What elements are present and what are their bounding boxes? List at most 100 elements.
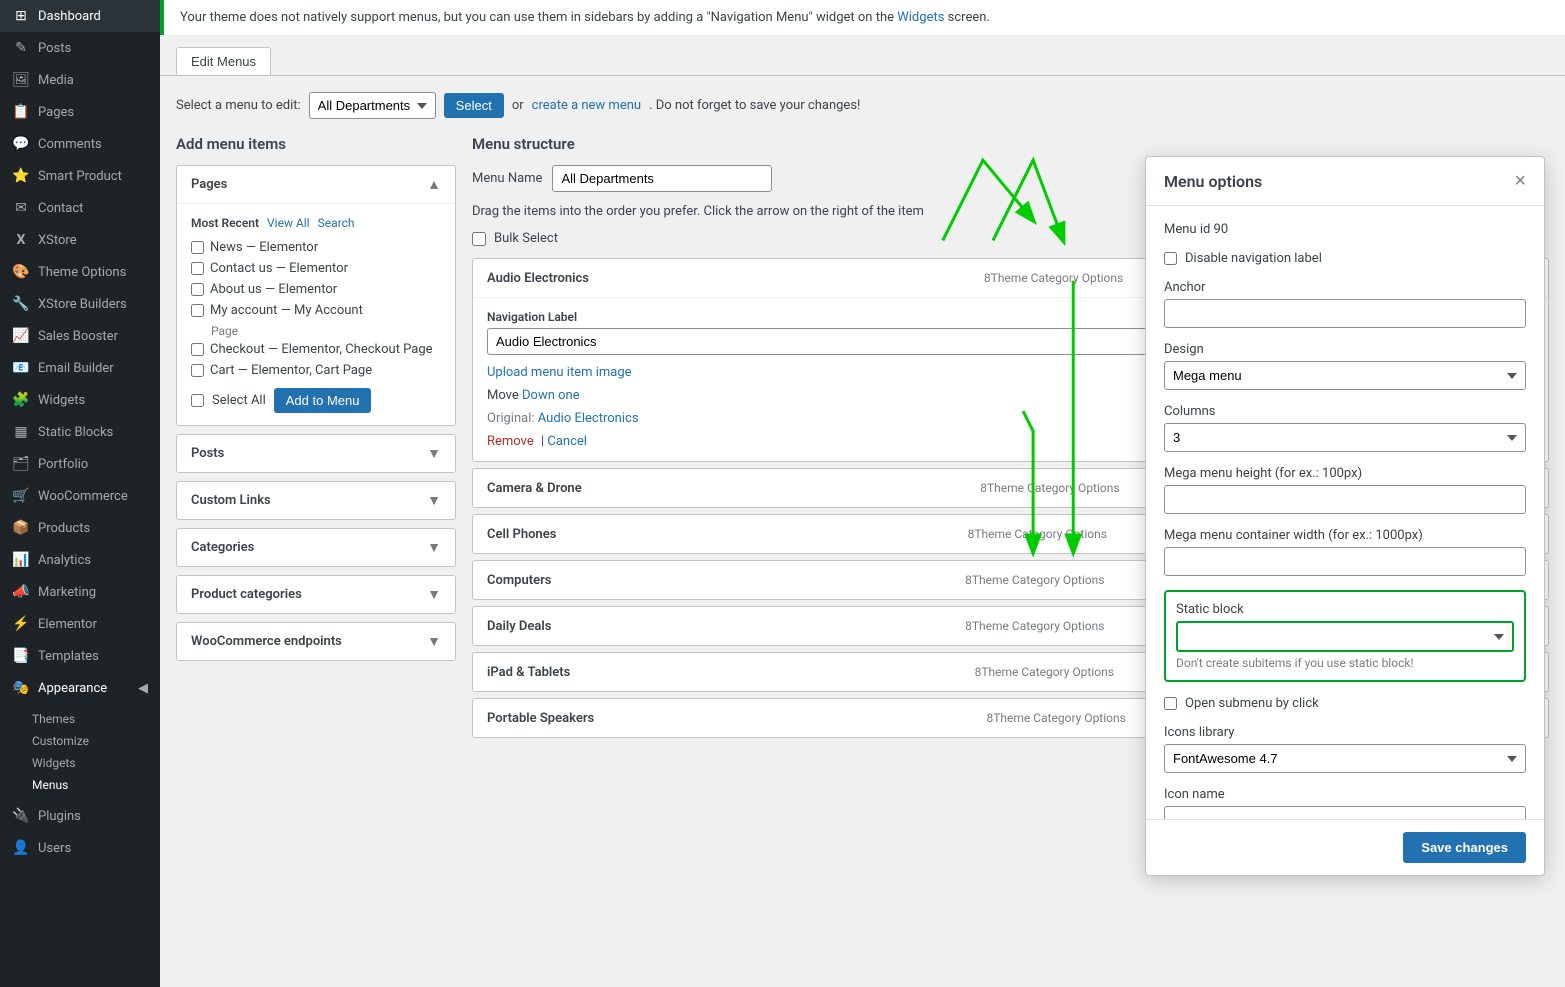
design-field: Design Mega menu Standard Dropdown (1164, 342, 1526, 390)
sidebar-item-email-builder[interactable]: 📧 Email Builder (0, 352, 160, 384)
sidebar-item-media[interactable]: 🖼 Media (0, 64, 160, 96)
sidebar-item-users[interactable]: 👤 Users (0, 832, 160, 864)
widgets-icon: 🧩 (12, 392, 30, 408)
open-submenu-label: Open submenu by click (1185, 696, 1319, 711)
static-blocks-icon: ▦ (12, 424, 30, 440)
theme-options-icon: 🎨 (12, 264, 30, 280)
sales-booster-icon: 📈 (12, 328, 30, 344)
save-changes-button[interactable]: Save changes (1403, 832, 1526, 863)
sidebar-item-contact[interactable]: ✉ Contact (0, 192, 160, 224)
sidebar-item-products[interactable]: 📦 Products (0, 512, 160, 544)
icon-name-label: Icon name (1164, 787, 1526, 802)
appearance-submenu: Themes Customize Widgets Menus (0, 704, 160, 800)
plugins-icon: 🔌 (12, 808, 30, 824)
templates-icon: 📑 (12, 648, 30, 664)
mega-height-input[interactable] (1164, 485, 1526, 514)
modal-body: Menu id 90 Disable navigation label Anch… (1146, 206, 1544, 819)
portfolio-icon: 🗂 (12, 456, 30, 472)
main-content: Your theme does not natively support men… (160, 0, 1565, 987)
sidebar-item-marketing[interactable]: 📣 Marketing (0, 576, 160, 608)
marketing-icon: 📣 (12, 584, 30, 600)
contact-icon: ✉ (12, 200, 30, 216)
sidebar-item-xstore[interactable]: X XStore (0, 224, 160, 256)
sidebar-sub-customize[interactable]: Customize (32, 730, 160, 752)
anchor-input[interactable] (1164, 299, 1526, 328)
sidebar-item-woocommerce[interactable]: 🛒 WooCommerce (0, 480, 160, 512)
static-block-hint: Don't create subitems if you use static … (1176, 656, 1514, 670)
modal-overlay: Menu options × Menu id 90 Disable naviga… (160, 76, 1565, 987)
sidebar-sub-menus[interactable]: Menus (32, 774, 160, 796)
tab-edit-menus[interactable]: Edit Menus (176, 47, 271, 75)
products-icon: 📦 (12, 520, 30, 536)
xstore-builders-icon: 🔧 (12, 296, 30, 312)
sidebar-item-xstore-builders[interactable]: 🔧 XStore Builders (0, 288, 160, 320)
open-submenu-row: Open submenu by click (1164, 696, 1526, 711)
columns-field: Columns 1 2 3 4 5 6 (1164, 404, 1526, 452)
icons-library-label: Icons library (1164, 725, 1526, 740)
analytics-icon: 📊 (12, 552, 30, 568)
menu-options-modal: Menu options × Menu id 90 Disable naviga… (1145, 156, 1545, 876)
media-icon: 🖼 (12, 72, 30, 88)
sidebar-item-plugins[interactable]: 🔌 Plugins (0, 800, 160, 832)
sidebar-item-posts[interactable]: ✎ Posts (0, 32, 160, 64)
email-builder-icon: 📧 (12, 360, 30, 376)
mega-height-label: Mega menu height (for ex.: 100px) (1164, 466, 1526, 481)
design-select[interactable]: Mega menu Standard Dropdown (1164, 361, 1526, 390)
posts-icon: ✎ (12, 40, 30, 56)
anchor-label: Anchor (1164, 280, 1526, 295)
sidebar-item-analytics[interactable]: 📊 Analytics (0, 544, 160, 576)
columns-label: Columns (1164, 404, 1526, 419)
open-submenu-checkbox[interactable] (1164, 697, 1177, 710)
sidebar-item-theme-options[interactable]: 🎨 Theme Options (0, 256, 160, 288)
sidebar-item-dashboard[interactable]: ⊞ Dashboard (0, 0, 160, 32)
notice-bar: Your theme does not natively support men… (160, 0, 1565, 35)
sidebar-item-portfolio[interactable]: 🗂 Portfolio (0, 448, 160, 480)
mega-container-input[interactable] (1164, 547, 1526, 576)
elementor-icon: ⚡ (12, 616, 30, 632)
columns-select[interactable]: 1 2 3 4 5 6 (1164, 423, 1526, 452)
modal-menu-id: Menu id 90 (1164, 222, 1526, 237)
static-block-label: Static block (1176, 602, 1514, 617)
sidebar-item-smart-product[interactable]: ⭐ Smart Product (0, 160, 160, 192)
modal-close-button[interactable]: × (1514, 171, 1526, 191)
pages-icon: 📋 (12, 104, 30, 120)
modal-header: Menu options × (1146, 157, 1544, 206)
anchor-field: Anchor (1164, 280, 1526, 328)
modal-title: Menu options (1164, 172, 1262, 191)
modal-footer: Save changes (1146, 819, 1544, 875)
comments-icon: 💬 (12, 136, 30, 152)
sidebar: ⊞ Dashboard ✎ Posts 🖼 Media 📋 Pages 💬 Co… (0, 0, 160, 987)
disable-nav-label-checkbox[interactable] (1164, 252, 1177, 265)
sidebar-item-comments[interactable]: 💬 Comments (0, 128, 160, 160)
icon-name-input[interactable] (1164, 806, 1526, 819)
mega-height-field: Mega menu height (for ex.: 100px) (1164, 466, 1526, 514)
woocommerce-icon: 🛒 (12, 488, 30, 504)
icon-name-field: Icon name (1164, 787, 1526, 819)
widgets-link[interactable]: Widgets (897, 10, 944, 25)
mega-container-field: Mega menu container width (for ex.: 1000… (1164, 528, 1526, 576)
sidebar-item-templates[interactable]: 📑 Templates (0, 640, 160, 672)
sidebar-sub-widgets[interactable]: Widgets (32, 752, 160, 774)
menu-id-text: Menu id 90 (1164, 222, 1228, 237)
sidebar-item-elementor[interactable]: ⚡ Elementor (0, 608, 160, 640)
sidebar-item-appearance[interactable]: 🎭 Appearance ◀ (0, 672, 160, 704)
static-block-section: Static block Don't create subitems if yo… (1164, 590, 1526, 682)
sidebar-sub-themes[interactable]: Themes (32, 708, 160, 730)
sidebar-item-sales-booster[interactable]: 📈 Sales Booster (0, 320, 160, 352)
icons-library-select[interactable]: FontAwesome 4.7 FontAwesome 5 None (1164, 744, 1526, 773)
users-icon: 👤 (12, 840, 30, 856)
icons-library-field: Icons library FontAwesome 4.7 FontAwesom… (1164, 725, 1526, 773)
tab-bar: Edit Menus (160, 35, 1565, 76)
mega-container-label: Mega menu container width (for ex.: 1000… (1164, 528, 1526, 543)
static-block-select[interactable] (1176, 621, 1514, 652)
sidebar-item-widgets[interactable]: 🧩 Widgets (0, 384, 160, 416)
disable-nav-label-text: Disable navigation label (1185, 251, 1322, 266)
sidebar-item-static-blocks[interactable]: ▦ Static Blocks (0, 416, 160, 448)
disable-nav-label-row: Disable navigation label (1164, 251, 1526, 266)
smart-product-icon: ⭐ (12, 168, 30, 184)
design-label: Design (1164, 342, 1526, 357)
sidebar-item-pages[interactable]: 📋 Pages (0, 96, 160, 128)
xstore-icon: X (12, 232, 30, 248)
appearance-icon: 🎭 (12, 680, 30, 696)
dashboard-icon: ⊞ (12, 8, 30, 24)
